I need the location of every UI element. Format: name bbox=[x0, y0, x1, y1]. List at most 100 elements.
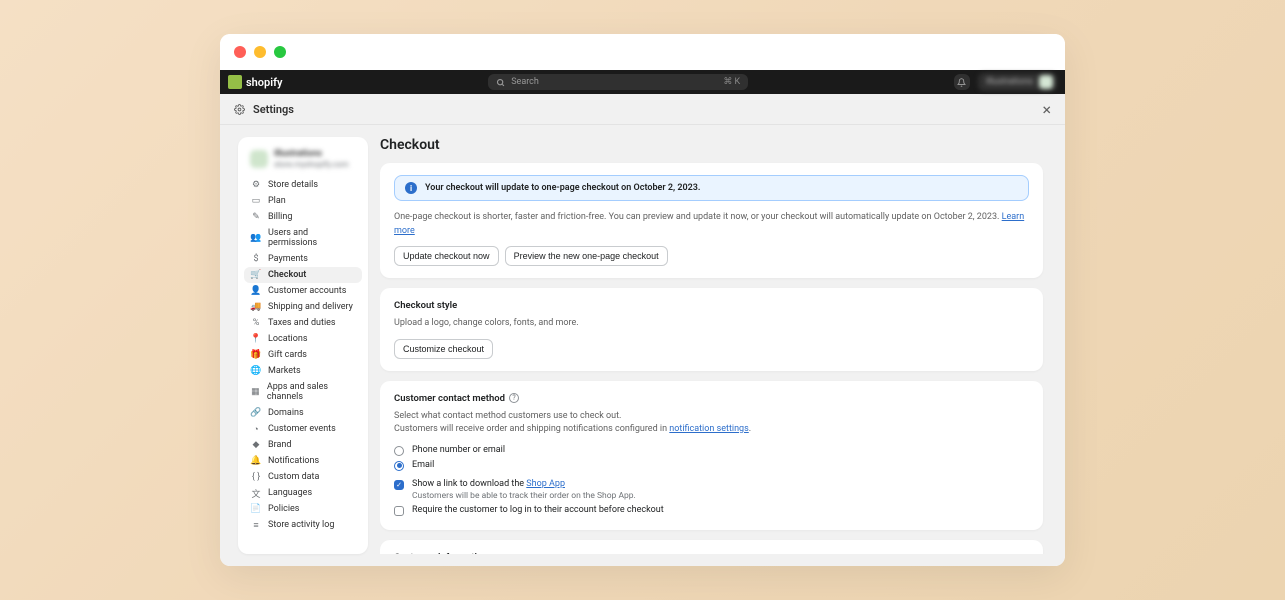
maximize-window-icon[interactable] bbox=[274, 46, 286, 58]
checkbox-sublabel: Customers will be able to track their or… bbox=[412, 491, 636, 501]
sidebar-item-label: Markets bbox=[268, 366, 301, 376]
topbar-right: Illustrations bbox=[954, 73, 1057, 91]
bell-icon bbox=[957, 78, 966, 87]
search-shortcut: ⌘ K bbox=[723, 77, 740, 87]
sidebar-item-billing[interactable]: ✎ Billing bbox=[244, 209, 362, 225]
sidebar-item-payments[interactable]: $Payments bbox=[244, 251, 362, 267]
contact-body-1: Select what contact method customers use… bbox=[394, 411, 621, 421]
window-titlebar bbox=[220, 34, 1065, 70]
radio-icon bbox=[394, 461, 404, 471]
sidebar-item-label: Gift cards bbox=[268, 350, 307, 360]
sidebar-item-shipping-and-delivery[interactable]: 🚚Shipping and delivery bbox=[244, 299, 362, 315]
customer-info-card: Customer information Full name Only requ… bbox=[380, 540, 1043, 555]
shop-app-link[interactable]: Shop App bbox=[526, 479, 565, 489]
sidebar-item-languages[interactable]: 文Languages bbox=[244, 485, 362, 501]
sidebar-item-locations[interactable]: 📍 Locations bbox=[244, 331, 362, 347]
sidebar-item-store-details[interactable]: ⚙ Store details bbox=[244, 177, 362, 193]
sidebar-item-checkout[interactable]: 🛒Checkout bbox=[244, 267, 362, 283]
nav-icon: ✎ bbox=[251, 212, 261, 222]
profile-url: store.myshopify.com bbox=[274, 160, 349, 169]
contact-title: Customer contact method bbox=[394, 393, 505, 404]
radio-phone-email[interactable]: Phone number or email bbox=[394, 443, 1029, 458]
sidebar-item-customer-events[interactable]: ◔Customer events bbox=[244, 421, 362, 437]
radio-icon bbox=[394, 446, 404, 456]
sidebar-item-gift-cards[interactable]: 🎁Gift cards bbox=[244, 347, 362, 363]
sidebar-item-label: Plan bbox=[268, 196, 286, 206]
sidebar-item-label: Custom data bbox=[268, 472, 319, 482]
notification-settings-link[interactable]: notification settings bbox=[669, 424, 748, 434]
nav-icon: ⚙ bbox=[251, 180, 261, 190]
sidebar-item-label: Shipping and delivery bbox=[268, 302, 353, 312]
sidebar-item-label: Customer events bbox=[268, 424, 336, 434]
settings-title: Settings bbox=[253, 103, 294, 116]
checkout-style-card: Checkout style Upload a logo, change col… bbox=[380, 288, 1043, 371]
sidebar-item-label: Brand bbox=[268, 440, 291, 450]
search-input[interactable]: Search ⌘ K bbox=[488, 74, 748, 90]
preview-checkout-button[interactable]: Preview the new one-page checkout bbox=[505, 246, 668, 266]
nav-icon: 📄 bbox=[251, 504, 261, 514]
sidebar-item-customer-accounts[interactable]: 👤Customer accounts bbox=[244, 283, 362, 299]
banner-body: One-page checkout is shorter, faster and… bbox=[394, 211, 1029, 238]
style-body: Upload a logo, change colors, fonts, and… bbox=[394, 317, 1029, 331]
minimize-window-icon[interactable] bbox=[254, 46, 266, 58]
sidebar-item-label: Store details bbox=[268, 180, 318, 190]
sidebar-item-store-activity-log[interactable]: ≡ Store activity log bbox=[244, 517, 362, 533]
checkbox-shop-app[interactable]: Show a link to download the Shop App Cus… bbox=[394, 477, 1029, 503]
sidebar-item-label: Languages bbox=[268, 488, 312, 498]
shopify-logo[interactable]: shopify bbox=[228, 75, 282, 89]
close-window-icon[interactable] bbox=[234, 46, 246, 58]
search-icon bbox=[496, 78, 505, 87]
sidebar-item-users-and-permissions[interactable]: 👥Users and permissions bbox=[244, 225, 362, 251]
sidebar-item-apps-and-sales-channels[interactable]: ▦ Apps and sales channels bbox=[244, 379, 362, 405]
nav-icon: ◆ bbox=[251, 440, 261, 450]
sidebar-item-label: Policies bbox=[268, 504, 299, 514]
nav-icon: ≡ bbox=[251, 520, 261, 530]
info-icon: i bbox=[405, 182, 417, 194]
gear-icon bbox=[234, 104, 245, 115]
sidebar-item-label: Apps and sales channels bbox=[267, 382, 355, 402]
nav-icon: 🌐 bbox=[251, 366, 261, 376]
nav-icon: ▦ bbox=[251, 387, 260, 397]
nav-icon: ▭ bbox=[251, 196, 261, 206]
settings-sidebar: Illustrations store.myshopify.com ⚙ Store… bbox=[238, 137, 368, 554]
checkbox-label: Show a link to download the bbox=[412, 479, 526, 489]
sidebar-item-label: Store activity log bbox=[268, 520, 334, 530]
radio-label: Email bbox=[412, 460, 434, 470]
sidebar-item-policies[interactable]: 📄 Policies bbox=[244, 501, 362, 517]
nav-icon: 🔗 bbox=[251, 408, 261, 418]
checkbox-icon bbox=[394, 506, 404, 516]
radio-email[interactable]: Email bbox=[394, 458, 1029, 473]
sidebar-item-plan[interactable]: ▭ Plan bbox=[244, 193, 362, 209]
banner-text: Your checkout will update to one-page ch… bbox=[425, 183, 700, 193]
profile-name: Illustrations bbox=[274, 149, 349, 159]
sidebar-item-taxes-and-duties[interactable]: %Taxes and duties bbox=[244, 315, 362, 331]
page-title: Checkout bbox=[380, 137, 1043, 153]
style-title: Checkout style bbox=[394, 300, 1029, 311]
sidebar-item-label: Notifications bbox=[268, 456, 319, 466]
logo-text: shopify bbox=[246, 76, 282, 89]
main-panel: Checkout i Your checkout will update to … bbox=[380, 137, 1047, 554]
sidebar-item-markets[interactable]: 🌐 Markets bbox=[244, 363, 362, 379]
store-profile[interactable]: Illustrations store.myshopify.com bbox=[244, 145, 362, 177]
sidebar-item-custom-data[interactable]: { } Custom data bbox=[244, 469, 362, 485]
sidebar-item-notifications[interactable]: 🔔Notifications bbox=[244, 453, 362, 469]
nav-icon: { } bbox=[251, 472, 261, 482]
sidebar-item-domains[interactable]: 🔗Domains bbox=[244, 405, 362, 421]
sidebar-item-brand[interactable]: ◆ Brand bbox=[244, 437, 362, 453]
help-icon[interactable]: ? bbox=[509, 393, 519, 403]
nav-icon: 📍 bbox=[251, 334, 261, 344]
close-settings-button[interactable]: × bbox=[1042, 100, 1051, 119]
notifications-button[interactable] bbox=[954, 74, 970, 90]
sidebar-item-label: Locations bbox=[268, 334, 307, 344]
shopify-bag-icon bbox=[228, 75, 242, 89]
sidebar-item-label: Billing bbox=[268, 212, 292, 222]
radio-label: Phone number or email bbox=[412, 445, 505, 455]
customize-checkout-button[interactable]: Customize checkout bbox=[394, 339, 493, 359]
update-checkout-button[interactable]: Update checkout now bbox=[394, 246, 499, 266]
app-topbar: shopify Search ⌘ K Illustrations bbox=[220, 70, 1065, 94]
store-menu[interactable]: Illustrations bbox=[978, 73, 1057, 91]
checkbox-require-login[interactable]: Require the customer to log in to their … bbox=[394, 503, 1029, 518]
profile-text: Illustrations store.myshopify.com bbox=[274, 149, 349, 169]
profile-avatar-icon bbox=[250, 150, 268, 168]
store-name: Illustrations bbox=[986, 77, 1033, 87]
